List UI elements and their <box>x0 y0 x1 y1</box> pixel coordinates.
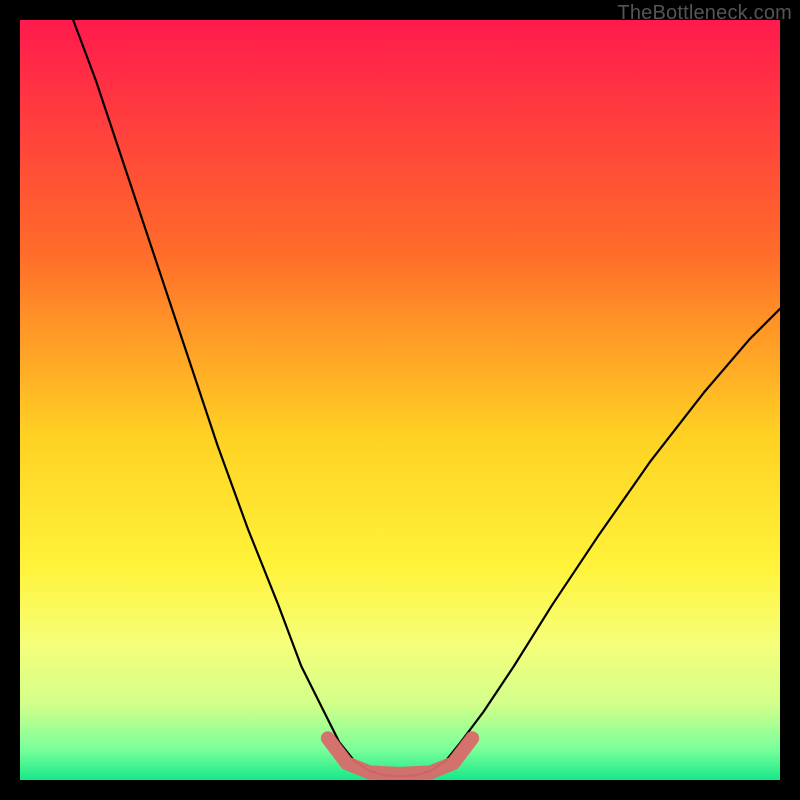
gradient-background <box>20 20 780 780</box>
plot-area <box>20 20 780 780</box>
watermark-text: TheBottleneck.com <box>617 2 792 25</box>
chart-svg <box>20 20 780 780</box>
chart-frame: TheBottleneck.com <box>0 0 800 800</box>
